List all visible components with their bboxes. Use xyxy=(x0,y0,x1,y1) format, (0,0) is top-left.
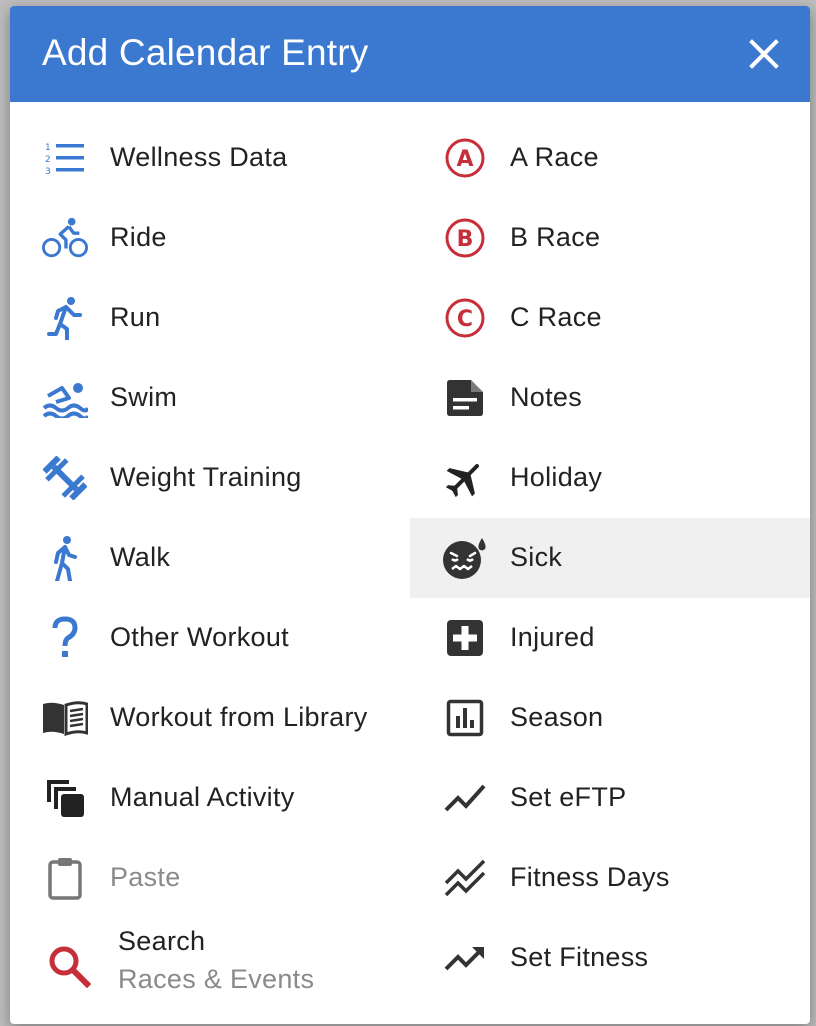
menu-item-fitness-days[interactable]: Fitness Days xyxy=(410,838,810,918)
run-icon xyxy=(42,297,88,340)
svg-text:A: A xyxy=(456,147,473,172)
airplane-icon xyxy=(442,458,488,498)
menu-item-notes[interactable]: Notes xyxy=(410,358,810,438)
b-race-icon: B xyxy=(442,218,488,258)
menu-item-label: B Race xyxy=(510,222,601,252)
bar-chart-icon xyxy=(442,698,488,738)
menu-item-sublabel: Races & Events xyxy=(118,964,315,994)
menu-item-label: Search xyxy=(118,926,206,956)
menu-item-c-race[interactable]: C C Race xyxy=(410,278,810,358)
c-race-icon: C xyxy=(442,298,488,338)
svg-text:2: 2 xyxy=(45,155,51,165)
svg-text:C: C xyxy=(457,307,473,332)
menu-item-sick[interactable]: Sick xyxy=(410,518,810,598)
menu-item-label: Season xyxy=(510,702,604,732)
note-icon xyxy=(442,378,488,418)
menu-item-holiday[interactable]: Holiday xyxy=(410,438,810,518)
menu-item-label: Manual Activity xyxy=(110,782,295,812)
menu-item-other-workout[interactable]: Other Workout xyxy=(10,598,410,678)
menu-item-label: Swim xyxy=(110,382,178,412)
menu-item-run[interactable]: Run xyxy=(10,278,410,358)
menu-item-label: Injured xyxy=(510,622,595,652)
menu-item-set-eftp[interactable]: Set eFTP xyxy=(410,758,810,838)
menu-item-swim[interactable]: Swim xyxy=(10,358,410,438)
copy-icon xyxy=(42,778,88,818)
question-icon xyxy=(42,616,88,658)
svg-text:B: B xyxy=(457,227,474,252)
sick-face-icon xyxy=(442,538,488,579)
menu-item-manual-activity[interactable]: Manual Activity xyxy=(10,758,410,838)
swim-icon xyxy=(42,378,88,418)
double-trend-icon xyxy=(442,858,488,898)
svg-text:3: 3 xyxy=(45,167,51,175)
menu-item-label: Weight Training xyxy=(110,462,302,492)
menu-item-weight-training[interactable]: Weight Training xyxy=(10,438,410,518)
trend-line-icon xyxy=(442,778,488,818)
trending-up-icon xyxy=(442,938,488,978)
menu-item-label: Set eFTP xyxy=(510,782,627,812)
menu-item-label: Wellness Data xyxy=(110,142,288,172)
menu-item-workout-from-library[interactable]: Workout from Library xyxy=(10,678,410,758)
add-calendar-entry-dialog: Add Calendar Entry 1 2 3 Wellness Data R… xyxy=(10,6,810,1024)
a-race-icon: A xyxy=(442,138,488,178)
svg-text:1: 1 xyxy=(45,143,51,153)
menu-item-search-races[interactable]: Search Races & Events xyxy=(10,918,410,1014)
menu-item-label: Other Workout xyxy=(110,622,289,652)
menu-item-label: Workout from Library xyxy=(110,702,368,732)
menu-item-injured[interactable]: Injured xyxy=(410,598,810,678)
dialog-title: Add Calendar Entry xyxy=(42,32,369,73)
menu-item-b-race[interactable]: B B Race xyxy=(410,198,810,278)
menu-item-label: Ride xyxy=(110,222,167,252)
medical-cross-icon xyxy=(442,618,488,658)
menu-item-label: Paste xyxy=(110,862,181,892)
menu-item-wellness-data[interactable]: 1 2 3 Wellness Data xyxy=(10,118,410,198)
menu-item-label: Notes xyxy=(510,382,583,412)
dumbbell-icon xyxy=(42,456,88,500)
close-icon xyxy=(749,39,779,69)
dialog-header: Add Calendar Entry xyxy=(10,6,810,102)
menu-item-paste[interactable]: Paste xyxy=(10,838,410,918)
book-icon xyxy=(42,698,88,738)
menu-item-walk[interactable]: Walk xyxy=(10,518,410,598)
menu-item-label: Run xyxy=(110,302,161,332)
search-icon xyxy=(46,946,92,988)
clipboard-icon xyxy=(42,858,88,900)
bike-icon xyxy=(42,217,88,258)
numbered-list-icon: 1 2 3 xyxy=(42,138,88,178)
menu-item-label: Walk xyxy=(110,542,171,572)
menu-item-label: Holiday xyxy=(510,462,603,492)
menu-item-label: C Race xyxy=(510,302,602,332)
menu-item-a-race[interactable]: A A Race xyxy=(410,118,810,198)
menu-item-set-fitness[interactable]: Set Fitness xyxy=(410,918,810,998)
close-button[interactable] xyxy=(746,36,782,72)
walk-icon xyxy=(42,536,88,581)
menu-item-label: A Race xyxy=(510,142,599,172)
menu-item-label: Sick xyxy=(510,542,563,572)
menu-item-label: Set Fitness xyxy=(510,942,649,972)
menu-item-season[interactable]: Season xyxy=(410,678,810,758)
menu-item-ride[interactable]: Ride xyxy=(10,198,410,278)
menu-item-label: Fitness Days xyxy=(510,862,670,892)
